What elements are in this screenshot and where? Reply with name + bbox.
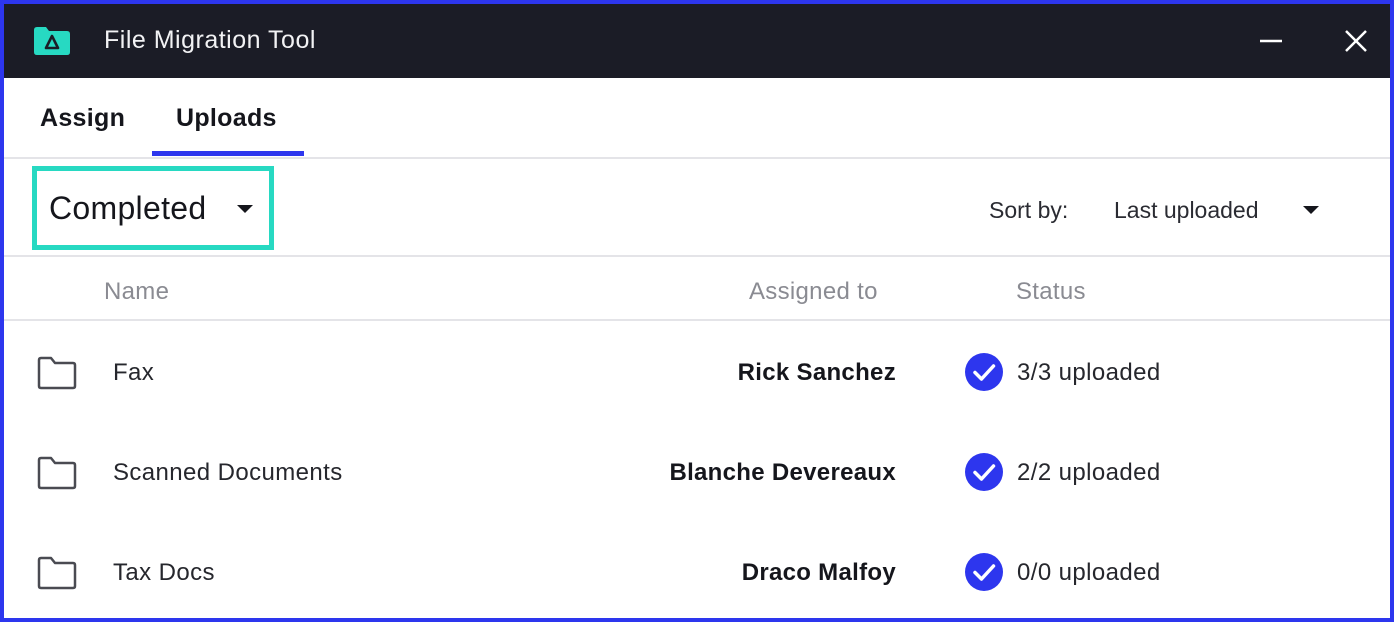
close-icon: [1345, 30, 1367, 52]
minimize-button[interactable]: [1252, 22, 1290, 60]
app-title: File Migration Tool: [104, 26, 316, 54]
column-header-status[interactable]: Status: [1016, 278, 1086, 306]
column-header-name[interactable]: Name: [104, 278, 169, 306]
filter-toolbar: Completed Sort by: Last uploaded: [4, 159, 1390, 257]
check-circle-icon: [965, 353, 1003, 391]
sort-label: Sort by:: [989, 197, 1069, 223]
status-filter-dropdown[interactable]: Completed: [32, 166, 274, 250]
row-assigned-to: Draco Malfoy: [741, 559, 896, 586]
row-assigned-to: Blanche Devereaux: [669, 459, 896, 486]
active-tab-indicator: [152, 151, 304, 156]
row-name: Fax: [113, 359, 155, 386]
app-logo-icon: [34, 27, 70, 55]
chevron-down-icon: [237, 205, 253, 213]
sort-dropdown[interactable]: Last uploaded: [1104, 187, 1334, 231]
folder-icon: [37, 356, 77, 390]
status-filter-value: Completed: [49, 190, 207, 226]
row-assigned-to: Rick Sanchez: [737, 359, 896, 386]
table-row[interactable]: Tax Docs Draco Malfoy 0/0 uploaded: [4, 523, 1390, 618]
table-row[interactable]: Fax Rick Sanchez 3/3 uploaded: [4, 323, 1390, 423]
check-circle-icon: [965, 553, 1003, 591]
row-name: Tax Docs: [113, 559, 215, 586]
row-status: 0/0 uploaded: [1017, 559, 1161, 586]
sort-value: Last uploaded: [1114, 197, 1259, 223]
minimize-icon: [1260, 39, 1282, 43]
row-status: 3/3 uploaded: [1017, 359, 1161, 386]
app-window: File Migration Tool Assign Uploads Compl…: [0, 0, 1394, 622]
tab-uploads[interactable]: Uploads: [176, 104, 277, 133]
row-name: Scanned Documents: [113, 459, 343, 486]
check-circle-icon: [965, 453, 1003, 491]
row-status: 2/2 uploaded: [1017, 459, 1161, 486]
folder-icon: [37, 456, 77, 490]
folder-icon: [37, 556, 77, 590]
table-row[interactable]: Scanned Documents Blanche Devereaux 2/2 …: [4, 423, 1390, 523]
tab-bar: Assign Uploads: [4, 78, 1390, 159]
title-bar: File Migration Tool: [4, 4, 1390, 78]
close-button[interactable]: [1337, 22, 1375, 60]
table-header: Name Assigned to Status: [4, 257, 1390, 321]
chevron-down-icon: [1303, 206, 1319, 214]
tab-assign[interactable]: Assign: [40, 104, 125, 133]
column-header-assigned-to[interactable]: Assigned to: [749, 278, 878, 306]
